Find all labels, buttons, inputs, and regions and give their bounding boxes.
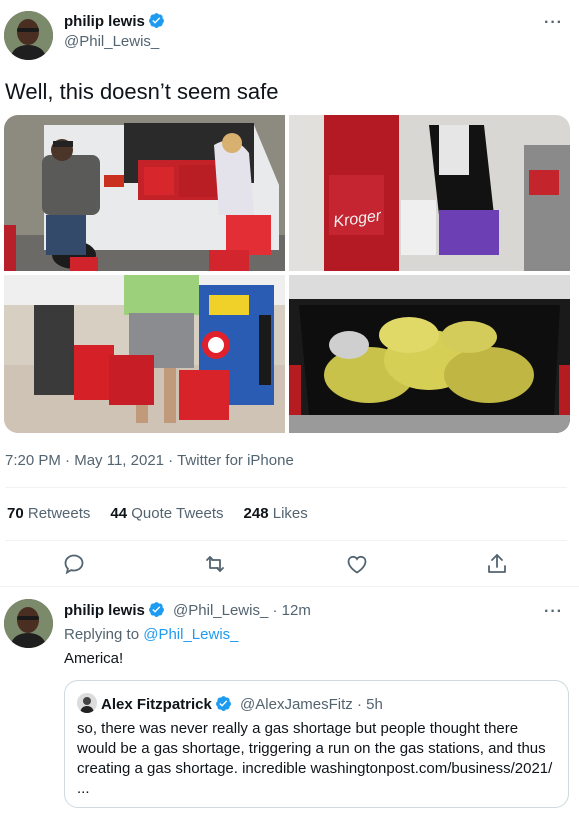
quote-tweet-card[interactable]: Alex Fitzpatrick @AlexJamesFitz · 5h so,… xyxy=(64,680,569,808)
share-icon[interactable] xyxy=(485,552,509,576)
replying-to: Replying to @Phil_Lewis_ xyxy=(64,626,239,643)
quote-time: 5h xyxy=(366,696,383,713)
quote-author-handle: @AlexJamesFitz xyxy=(240,696,353,713)
reply-text: America! xyxy=(64,650,124,667)
timestamp-separator: · xyxy=(60,452,75,469)
quote-tweets-stat[interactable]: 44 Quote Tweets xyxy=(110,505,223,522)
replying-prefix: Replying to xyxy=(64,626,140,643)
tweet-source: Twitter for iPhone xyxy=(177,452,294,469)
photo-2[interactable]: Kroger xyxy=(289,115,570,271)
tweet-date: May 11, 2021 xyxy=(74,452,164,469)
reply-more-icon[interactable]: ··· xyxy=(544,603,563,621)
photo-3[interactable] xyxy=(4,275,285,433)
reply-dot: · xyxy=(268,602,282,619)
reply-time[interactable]: 12m xyxy=(282,602,311,619)
quote-author-name: Alex Fitzpatrick xyxy=(101,696,212,713)
reply-tweet-header: philip lewis @Phil_Lewis_ · 12m xyxy=(64,601,311,621)
quote-text-line: so, there was never really a gas shortag… xyxy=(77,720,519,737)
retweets-stat[interactable]: 70 Retweets xyxy=(7,505,90,522)
tweet-timestamp[interactable]: 7:20 PM · May 11, 2021 · Twitter for iPh… xyxy=(5,452,294,469)
quote-text-line: ... xyxy=(77,780,90,797)
media-grid: Kroger xyxy=(4,115,570,433)
engagement-stats: 70 Retweets 44 Quote Tweets 248 Likes xyxy=(7,505,308,522)
quote-text-line: creating a gas shortage. incredible wash… xyxy=(77,760,553,777)
more-icon[interactable]: ··· xyxy=(544,14,563,32)
photo-4[interactable] xyxy=(289,275,570,433)
photo-1[interactable] xyxy=(4,115,285,271)
quote-avatar xyxy=(77,693,97,713)
reply-avatar[interactable] xyxy=(4,599,53,648)
divider xyxy=(5,540,567,541)
quote-tweet-text: so, there was never really a gas shortag… xyxy=(77,719,557,799)
quote-tweet-header: Alex Fitzpatrick @AlexJamesFitz · 5h xyxy=(77,693,383,715)
reply-icon[interactable] xyxy=(62,552,86,576)
verified-badge-icon xyxy=(148,602,164,617)
replying-to-link[interactable]: @Phil_Lewis_ xyxy=(143,626,238,643)
reply-author-handle[interactable]: @Phil_Lewis_ xyxy=(173,602,268,619)
divider xyxy=(5,487,567,488)
author-name[interactable]: philip lewis xyxy=(64,12,165,32)
reply-author-name[interactable]: philip lewis xyxy=(64,602,145,619)
author-handle[interactable]: @Phil_Lewis_ xyxy=(64,32,165,52)
quote-text-line: would be a gas shortage, triggering a ru… xyxy=(77,740,546,757)
tweet-time: 7:20 PM xyxy=(5,452,61,469)
main-tweet-header: philip lewis @Phil_Lewis_ xyxy=(64,12,165,52)
verified-badge-icon xyxy=(215,696,231,711)
divider xyxy=(0,586,579,587)
tweet-text: Well, this doesn’t seem safe xyxy=(5,79,279,104)
tweet-actions xyxy=(0,552,579,578)
like-icon[interactable] xyxy=(345,552,369,576)
verified-badge-icon xyxy=(148,13,164,28)
timestamp-separator: · xyxy=(164,452,178,469)
likes-stat[interactable]: 248 Likes xyxy=(244,505,308,522)
main-avatar[interactable] xyxy=(4,11,53,60)
retweet-icon[interactable] xyxy=(203,552,227,576)
quote-dot: · xyxy=(352,696,367,713)
